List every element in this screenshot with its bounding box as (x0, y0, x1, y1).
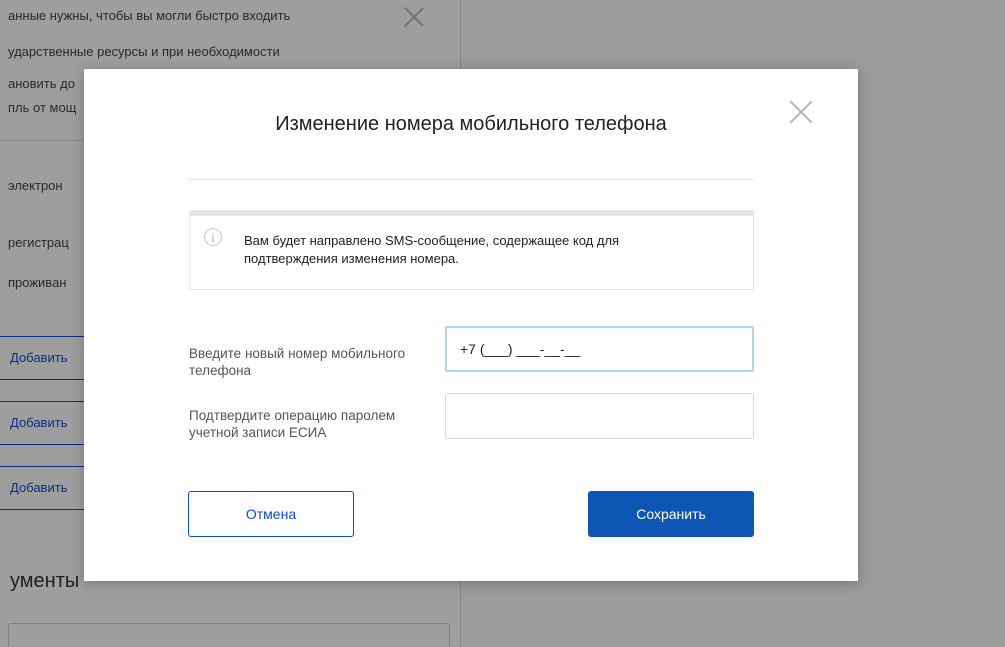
phone-label: Введите новый номер мобильного телефона (189, 346, 406, 378)
phone-input[interactable] (445, 326, 754, 372)
change-phone-dialog: Изменение номера мобильного телефона i В… (84, 69, 858, 581)
dialog-title: Изменение номера мобильного телефона (275, 113, 667, 135)
info-text: Вам будет направлено SMS-сообщение, соде… (244, 233, 620, 266)
info-icon: i (204, 228, 222, 246)
title-divider (189, 179, 754, 180)
info-notice: i Вам будет направлено SMS-сообщение, со… (189, 210, 754, 290)
save-button[interactable]: Сохранить (588, 491, 754, 537)
password-input[interactable] (445, 393, 754, 439)
password-label: Подтвердите операцию паролем учетной зап… (189, 408, 396, 440)
cancel-button[interactable]: Отмена (188, 491, 354, 537)
